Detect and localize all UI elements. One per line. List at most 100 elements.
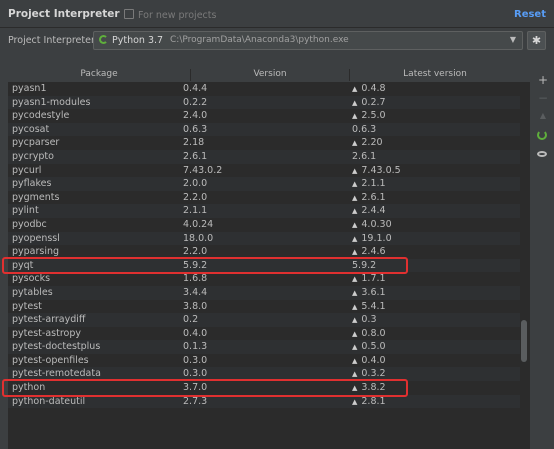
latest-version-text: 2.8.1 (361, 395, 386, 407)
package-version: 2.6.1 (183, 150, 208, 162)
package-version: 3.4.4 (183, 286, 208, 298)
latest-version: ▲ 2.6.1 (352, 191, 386, 206)
header: Project Interpreter For new projects Res… (0, 0, 554, 27)
table-row[interactable]: pycparser 2.18 ▲ 2.20 (8, 136, 520, 150)
package-name: pylint (12, 205, 39, 217)
latest-version-text: 7.43.0.5 (361, 164, 401, 176)
table-row[interactable]: pyodbc 4.0.24 ▲ 4.0.30 (8, 218, 520, 232)
scrollbar-thumb[interactable] (521, 320, 527, 362)
package-name: pysocks (12, 273, 51, 285)
interpreter-label: Project Interpreter: (8, 35, 98, 46)
package-version: 3.8.0 (183, 300, 208, 312)
upgrade-arrow-icon: ▲ (352, 329, 358, 338)
latest-version: ▲ 19.1.0 (352, 232, 392, 247)
package-name: pycosat (12, 123, 50, 135)
table-row[interactable]: pytest-openfiles 0.3.0 ▲ 0.4.0 (8, 354, 520, 368)
package-name: pyasn1 (12, 83, 47, 94)
latest-version: ▲ 0.4.8 (352, 82, 386, 97)
table-row[interactable]: pytest-arraydiff 0.2 ▲ 0.3 (8, 313, 520, 327)
package-version: 0.2 (183, 314, 199, 326)
upgrade-arrow-icon: ▲ (352, 139, 358, 148)
table-row[interactable]: pytest-doctestplus 0.1.3 ▲ 0.5.0 (8, 340, 520, 354)
gear-icon[interactable]: ✱ (527, 31, 546, 50)
latest-version-text: 19.1.0 (361, 232, 392, 244)
latest-version-text: 4.0.30 (361, 218, 392, 230)
latest-version-text: 3.6.1 (361, 286, 386, 298)
upgrade-arrow-icon: ▲ (352, 166, 358, 175)
latest-version-text: 2.1.1 (361, 178, 386, 190)
table-row[interactable]: pyopenssl 18.0.0 ▲ 19.1.0 (8, 231, 520, 247)
package-version: 18.0.0 (183, 232, 214, 244)
latest-version-text: 0.2.7 (361, 96, 386, 108)
table-row[interactable]: pycrypto 2.6.1 2.6.1 (8, 149, 520, 164)
table-row[interactable]: pylint 2.1.1 ▲ 2.4.4 (8, 204, 520, 218)
upgrade-arrow-icon: ▲ (352, 302, 358, 311)
latest-version-text: 0.4.8 (361, 83, 386, 94)
upgrade-arrow-icon: ▲ (352, 316, 358, 325)
latest-version-text: 5.4.1 (361, 300, 386, 312)
up-arrow-icon[interactable]: ▲ (535, 108, 551, 124)
latest-version: ▲ 0.5.0 (352, 340, 386, 355)
upgrade-arrow-icon: ▲ (352, 356, 358, 365)
latest-version-text: 0.5.0 (361, 341, 386, 353)
table-row[interactable]: pycodestyle 2.4.0 ▲ 2.5.0 (8, 109, 520, 123)
column-header-package[interactable]: Package (8, 69, 191, 81)
latest-version-text: 0.4.0 (361, 354, 386, 366)
interpreter-name: Python 3.7 (112, 35, 164, 46)
package-version: 4.0.24 (183, 218, 214, 230)
package-version: 0.3.0 (183, 354, 208, 366)
table-row[interactable]: pygments 2.2.0 ▲ 2.6.1 (8, 191, 520, 205)
latest-version: ▲ 2.5.0 (352, 109, 386, 124)
package-name: pyopenssl (12, 232, 60, 244)
highlight-box-python (2, 379, 408, 397)
upgrade-arrow-icon: ▲ (352, 112, 358, 121)
package-version: 2.0.0 (183, 178, 208, 190)
table-row[interactable]: pysocks 1.6.8 ▲ 1.7.1 (8, 272, 520, 286)
interpreter-select[interactable]: Python 3.7 C:\ProgramData\Anaconda3\pyth… (93, 31, 523, 50)
upgrade-arrow-icon: ▲ (352, 288, 358, 297)
latest-version-text: 1.7.1 (361, 273, 386, 285)
vertical-scrollbar[interactable] (520, 82, 530, 449)
reset-link[interactable]: Reset (514, 9, 546, 20)
latest-version: ▲ 3.6.1 (352, 286, 386, 301)
latest-version-text: 0.3 (361, 314, 377, 326)
minus-icon[interactable]: − (535, 90, 551, 106)
upgrade-arrow-icon: ▲ (352, 220, 358, 229)
package-name: pygments (12, 191, 60, 203)
column-header-version[interactable]: Version (191, 69, 350, 81)
new-projects-icon (124, 9, 134, 19)
page-title: Project Interpreter (8, 8, 120, 20)
table-row[interactable]: pycurl 7.43.0.2 ▲ 7.43.0.5 (8, 164, 520, 178)
column-header-latest-version[interactable]: Latest version (350, 69, 520, 81)
package-version: 2.18 (183, 137, 205, 149)
latest-version-text: 2.20 (361, 137, 383, 149)
latest-version-text: 2.5.0 (361, 110, 386, 122)
latest-version: ▲ 2.20 (352, 136, 383, 151)
table-row[interactable]: pytables 3.4.4 ▲ 3.6.1 (8, 285, 520, 301)
latest-version: ▲ 0.8.0 (352, 327, 386, 342)
latest-version: 0.6.3 (352, 123, 376, 137)
eye-icon[interactable] (537, 151, 547, 157)
package-name: pyasn1-modules (12, 96, 91, 108)
table-body: pyasn1 0.4.4 ▲ 0.4.8 pyasn1-modules 0.2.2 ▲ 0.2… (8, 82, 520, 409)
table-row[interactable]: pytest-astropy 0.4.0 ▲ 0.8.0 (8, 327, 520, 341)
latest-version-text: 2.6.1 (352, 150, 377, 162)
package-name: pycrypto (12, 150, 54, 162)
note-text: For new projects (138, 10, 217, 21)
chevron-down-icon[interactable]: ▼ (510, 35, 516, 44)
table-row[interactable]: pycosat 0.6.3 0.6.3 (8, 122, 520, 137)
plus-icon[interactable]: + (535, 72, 551, 88)
table-row[interactable]: pyflakes 2.0.0 ▲ 2.1.1 (8, 177, 520, 191)
package-toolbar: + − ▲ (531, 68, 554, 449)
latest-version: ▲ 1.7.1 (352, 272, 386, 287)
table-row[interactable]: pyasn1 0.4.4 ▲ 0.4.8 (8, 82, 520, 96)
package-name: pytest-astropy (12, 327, 81, 339)
package-version: 0.2.2 (183, 96, 208, 108)
package-name: pyodbc (12, 218, 47, 230)
package-version: 0.4.4 (183, 83, 208, 94)
upgrade-arrow-icon: ▲ (352, 193, 358, 202)
latest-version: ▲ 2.4.4 (352, 204, 386, 219)
table-row[interactable]: pyasn1-modules 0.2.2 ▲ 0.2.7 (8, 95, 520, 110)
table-row[interactable]: pytest 3.8.0 ▲ 5.4.1 (8, 300, 520, 314)
latest-version-text: 2.6.1 (361, 191, 386, 203)
